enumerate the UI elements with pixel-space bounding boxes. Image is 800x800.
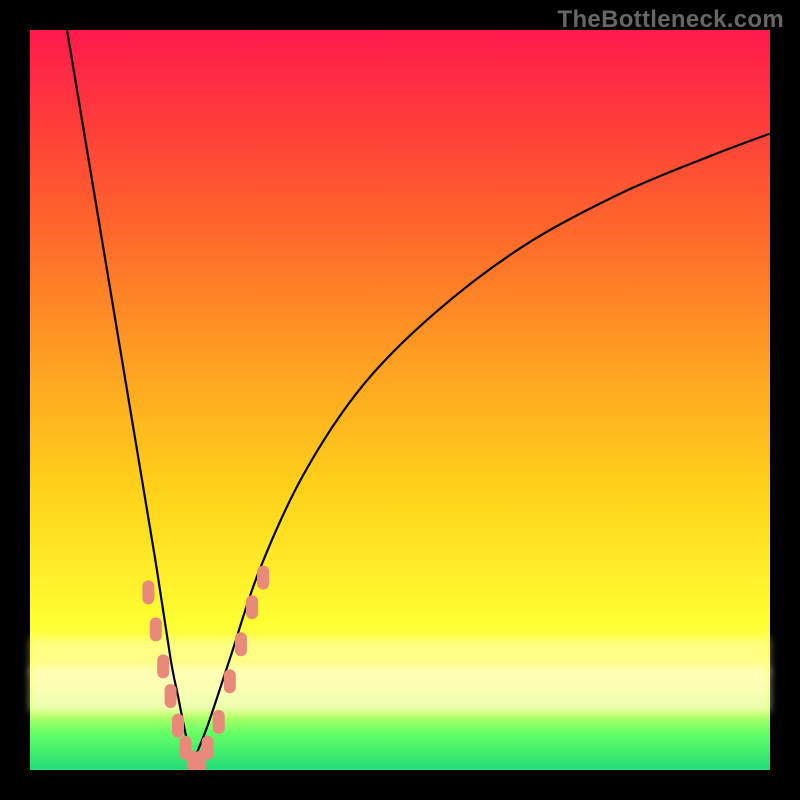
watermark-text: TheBottleneck.com: [558, 6, 784, 34]
data-marker: [246, 595, 258, 619]
curve-right-branch: [193, 134, 770, 763]
data-marker: [202, 736, 214, 760]
plot-area: [30, 30, 770, 770]
data-marker: [157, 654, 169, 678]
chart-frame: TheBottleneck.com: [0, 0, 800, 800]
data-marker: [224, 669, 236, 693]
data-marker: [142, 580, 154, 604]
curve-left-branch: [67, 30, 193, 763]
data-marker: [165, 684, 177, 708]
data-marker: [150, 617, 162, 641]
data-marker: [172, 714, 184, 738]
data-marker: [235, 632, 247, 656]
data-marker: [257, 566, 269, 590]
data-marker: [213, 710, 225, 734]
curve-layer: [30, 30, 770, 770]
